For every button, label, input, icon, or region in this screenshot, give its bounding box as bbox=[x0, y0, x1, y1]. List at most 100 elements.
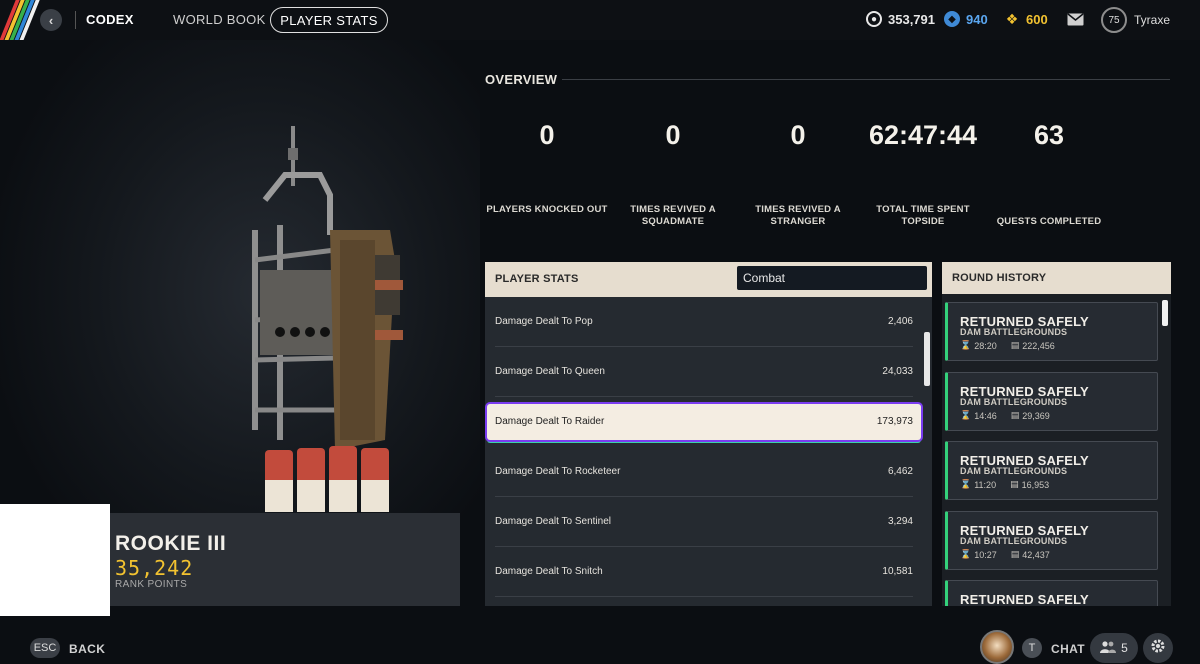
rank-name: ROOKIE III bbox=[115, 532, 227, 555]
player-stats-scrollbar[interactable] bbox=[924, 332, 930, 386]
loot-icon: ▤ bbox=[1010, 549, 1020, 559]
stat-value: 6,462 bbox=[887, 466, 913, 477]
round-card[interactable]: RETURNED SAFELY DAM BATTLEGROUNDS ⌛ 10:27… bbox=[945, 511, 1158, 570]
overview-stat-value: 0 bbox=[539, 120, 555, 150]
stat-name: Damage Dealt To Queen bbox=[495, 366, 605, 377]
round-loot: ▤ 222,456 bbox=[1010, 340, 1055, 351]
round-card[interactable]: RETURNED SAFELY DAM BATTLEGROUNDS ⌛ 11:20… bbox=[945, 441, 1158, 500]
round-map: DAM BATTLEGROUNDS bbox=[960, 536, 1068, 546]
overview-stat-label: QUESTS COMPLETED bbox=[996, 216, 1102, 227]
coin-icon: ● bbox=[866, 11, 882, 27]
overview-stat-label: TOTAL TIME SPENT TOPSIDE bbox=[876, 204, 970, 227]
tab-world-book[interactable]: WORLD BOOK bbox=[173, 12, 266, 27]
overview-stat-value: 62:47:44 bbox=[868, 120, 978, 150]
overview-title: OVERVIEW bbox=[485, 72, 558, 87]
stat-name: Damage Dealt To Rocketeer bbox=[495, 466, 621, 477]
backpack-preview-image bbox=[225, 120, 415, 520]
blue-currency: ◆ 940 bbox=[944, 11, 988, 27]
username[interactable]: Tyraxe bbox=[1134, 13, 1170, 27]
stats-category-dropdown[interactable]: Combat bbox=[737, 266, 927, 290]
round-loot: ▤ 29,369 bbox=[1010, 410, 1050, 421]
chat-button[interactable]: CHAT bbox=[1051, 642, 1085, 656]
round-map: DAM BATTLEGROUNDS bbox=[960, 327, 1068, 337]
stat-name: Damage Dealt To Raider bbox=[495, 416, 605, 427]
stat-row-selected[interactable]: Damage Dealt To Raider 173,973 bbox=[487, 404, 921, 440]
back-button[interactable]: BACK bbox=[69, 642, 105, 656]
overview-stat-value: 63 bbox=[1033, 120, 1065, 150]
nav-codex[interactable]: CODEX bbox=[86, 12, 134, 27]
round-duration: ⌛ 11:20 bbox=[960, 479, 997, 490]
esc-key-hint[interactable]: ESC bbox=[30, 638, 60, 658]
round-card[interactable]: RETURNED SAFELY DAM BATTLEGROUNDS ⌛ 28:20… bbox=[945, 302, 1158, 361]
friends-button[interactable]: 5 bbox=[1090, 633, 1138, 663]
hourglass-icon: ⌛ bbox=[960, 549, 972, 559]
stat-name: Damage Dealt To Snitch bbox=[495, 566, 603, 577]
stat-row[interactable]: Damage Dealt To Sentinel 3,294 bbox=[495, 497, 913, 547]
rank-points-value: 35,242 bbox=[115, 556, 194, 580]
round-duration: ⌛ 14:46 bbox=[960, 410, 997, 421]
overview-divider bbox=[562, 79, 1170, 80]
tab-player-stats[interactable]: PLAYER STATS bbox=[270, 7, 388, 33]
stat-name: Damage Dealt To Pop bbox=[495, 316, 593, 327]
back-arrow-button[interactable]: ‹ bbox=[40, 9, 62, 31]
round-duration: ⌛ 28:20 bbox=[960, 340, 997, 351]
hourglass-icon: ⌛ bbox=[960, 410, 972, 420]
nav-divider bbox=[75, 11, 76, 29]
overview-stat: 0 bbox=[608, 120, 738, 151]
overview-stat-value: 0 bbox=[790, 120, 806, 150]
rank-points-label: RANK POINTS bbox=[115, 579, 188, 590]
loot-icon: ▤ bbox=[1010, 410, 1020, 420]
top-bar: ‹ CODEX WORLD BOOK PLAYER STATS ● 353,79… bbox=[0, 0, 1200, 40]
stat-value: 173,973 bbox=[876, 416, 913, 427]
round-loot: ▤ 42,437 bbox=[1010, 549, 1050, 560]
stat-name: Damage Dealt To Sentinel bbox=[495, 516, 611, 527]
round-history-title: ROUND HISTORY bbox=[952, 272, 1047, 284]
round-result: RETURNED SAFELY bbox=[960, 592, 1089, 606]
stat-value: 2,406 bbox=[887, 316, 913, 327]
gold-value: 600 bbox=[1026, 11, 1048, 27]
overview-stat: 0 bbox=[482, 120, 612, 151]
overview-stat-label: TIMES REVIVED A STRANGER bbox=[755, 204, 841, 227]
friends-count: 5 bbox=[1121, 641, 1128, 655]
hourglass-icon: ⌛ bbox=[960, 340, 972, 350]
round-card[interactable]: RETURNED SAFELY bbox=[945, 580, 1158, 606]
stat-value: 10,581 bbox=[882, 566, 913, 577]
overview-stat-label: PLAYERS KNOCKED OUT bbox=[486, 204, 608, 215]
round-loot: ▤ 16,953 bbox=[1010, 479, 1050, 490]
overview-stat: 0 bbox=[733, 120, 863, 151]
friends-icon bbox=[1100, 640, 1117, 656]
gear-icon bbox=[1150, 638, 1166, 659]
brand-stripes bbox=[0, 0, 40, 40]
gold-currency: ❖ 600 bbox=[1004, 11, 1048, 27]
player-level-badge[interactable]: 75 bbox=[1101, 7, 1127, 33]
round-card[interactable]: RETURNED SAFELY DAM BATTLEGROUNDS ⌛ 14:46… bbox=[945, 372, 1158, 431]
t-key-hint[interactable]: T bbox=[1022, 638, 1042, 658]
stat-value: 24,033 bbox=[882, 366, 913, 377]
player-stats-title: PLAYER STATS bbox=[495, 273, 579, 285]
coins-currency: ● 353,791 bbox=[866, 11, 935, 27]
stat-row[interactable]: Damage Dealt To Queen 24,033 bbox=[495, 347, 913, 397]
stat-row[interactable]: Damage Dealt To Rocketeer 6,462 bbox=[495, 447, 913, 497]
round-duration: ⌛ 10:27 bbox=[960, 549, 997, 560]
stat-row[interactable]: Damage Dealt To Snitch 10,581 bbox=[495, 547, 913, 597]
stat-value: 3,294 bbox=[887, 516, 913, 527]
stat-row[interactable]: Damage Dealt To Pop 2,406 bbox=[495, 297, 913, 347]
mail-icon[interactable] bbox=[1067, 13, 1084, 31]
player-stats-list[interactable]: Damage Dealt To Pop 2,406 Damage Dealt T… bbox=[485, 297, 932, 606]
round-map: DAM BATTLEGROUNDS bbox=[960, 466, 1068, 476]
overview-stat: 63 bbox=[984, 120, 1114, 151]
hourglass-icon: ⌛ bbox=[960, 479, 972, 489]
round-history-scrollbar[interactable] bbox=[1162, 300, 1168, 326]
loot-icon: ▤ bbox=[1010, 340, 1020, 350]
gold-token-icon: ❖ bbox=[1005, 10, 1019, 27]
avatar[interactable] bbox=[980, 630, 1014, 664]
coins-value: 353,791 bbox=[888, 11, 935, 27]
round-history-list[interactable]: RETURNED SAFELY DAM BATTLEGROUNDS ⌛ 28:20… bbox=[942, 294, 1171, 606]
loot-icon: ▤ bbox=[1010, 479, 1019, 489]
overview-stat-label: TIMES REVIVED A SQUADMATE bbox=[630, 204, 716, 227]
overview-stat-value: 0 bbox=[665, 120, 681, 150]
blue-token-icon: ◆ bbox=[944, 11, 960, 27]
rank-emblem-placeholder bbox=[0, 504, 110, 616]
overview-stat: 62:47:44 bbox=[848, 120, 998, 151]
settings-button[interactable] bbox=[1143, 633, 1173, 663]
